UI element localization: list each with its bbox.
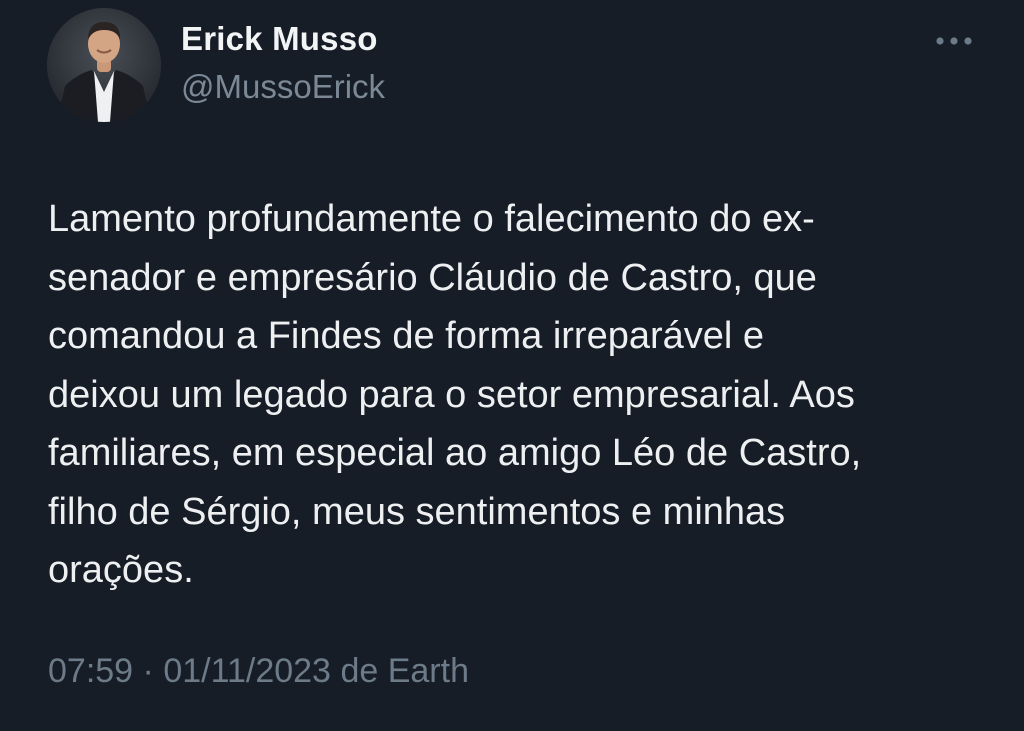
tweet-text-line: Lamento profundamente o falecimento do e…: [48, 198, 815, 240]
meta-separator: ·: [142, 652, 154, 690]
tweet-text-line: familiares, em especial ao amigo Léo de …: [48, 432, 862, 474]
tweet-text-line: deixou um legado para o setor empresaria…: [48, 373, 855, 416]
tweet-card: Erick Musso @MussoErick Lamento profunda…: [0, 0, 1024, 731]
tweet-date[interactable]: 01/11/2023: [163, 652, 331, 690]
source-prefix: de: [340, 652, 379, 690]
tweet-time[interactable]: 07:59: [48, 652, 133, 690]
tweet-text: Lamento profundamente o falecimento do e…: [48, 190, 978, 600]
tweet-source[interactable]: Earth: [388, 652, 469, 690]
more-horizontal-icon[interactable]: [931, 28, 977, 54]
avatar[interactable]: [47, 8, 161, 122]
tweet-text-line: comandou a Findes de forma irreparável e: [48, 315, 765, 357]
tweet-text-line: senador e empresário Cláudio de Castro, …: [48, 256, 817, 299]
user-handle[interactable]: @MussoErick: [181, 68, 385, 106]
profile-photo-icon: [47, 8, 161, 122]
display-name[interactable]: Erick Musso: [181, 20, 378, 58]
tweet-text-line: filho de Sérgio, meus sentimentos e minh…: [48, 490, 786, 533]
tweet-meta: 07:59 · 01/11/2023 de Earth: [48, 652, 469, 691]
tweet-text-line: orações.: [48, 549, 194, 591]
